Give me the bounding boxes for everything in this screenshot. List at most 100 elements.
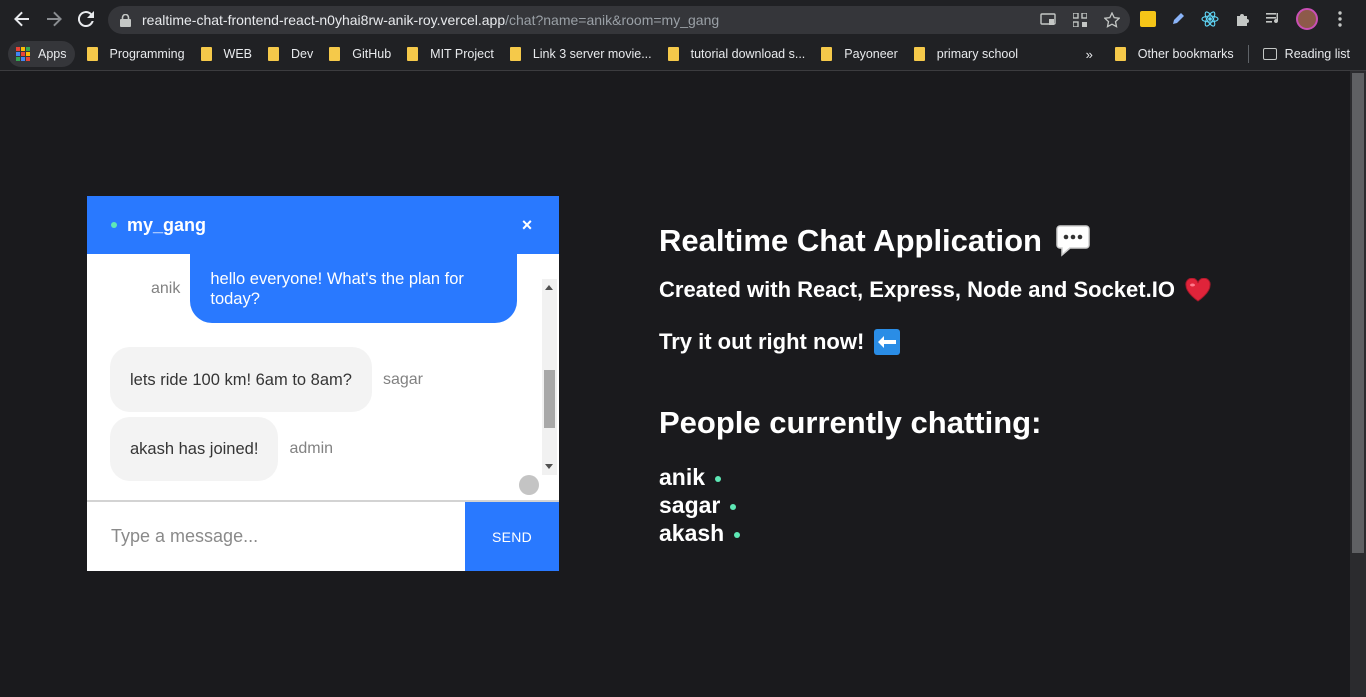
left-arrow-icon: [874, 329, 901, 355]
message-text: today?: [210, 289, 260, 308]
message-bubble: hello everyone! What's the plan for toda…: [190, 254, 518, 323]
bookmark-folder[interactable]: MIT Project: [399, 41, 502, 67]
bookmark-label: tutorial download s...: [690, 47, 806, 61]
bookmarks-bar: Apps Programming WEB Dev GitHub MIT Proj…: [0, 38, 1366, 71]
divider: [1247, 45, 1249, 63]
title-text: Realtime Chat Application: [659, 223, 1042, 258]
list-item: anik: [659, 463, 740, 491]
url-host: realtime-chat-frontend-react-n0yhai8rw-a…: [142, 12, 506, 28]
scroll-down-arrow-icon[interactable]: [545, 464, 553, 469]
bookmark-folder[interactable]: Programming: [79, 41, 193, 67]
subtitle-text: Created with React, Express, Node and So…: [659, 277, 1175, 302]
online-dot-icon: [730, 503, 737, 510]
arrow-left-icon: [14, 11, 29, 27]
online-dot-icon: [734, 531, 741, 538]
person-name: akash: [659, 519, 725, 546]
kebab-menu-icon[interactable]: [1330, 9, 1350, 29]
address-bar[interactable]: realtime-chat-frontend-react-n0yhai8rw-a…: [108, 6, 1130, 34]
cast-icon[interactable]: [1038, 10, 1058, 30]
bookmark-other[interactable]: Other bookmarks: [1107, 41, 1242, 67]
scroll-to-bottom-button[interactable]: [519, 475, 539, 495]
more-bookmarks-chevron-icon[interactable]: »: [1086, 47, 1093, 62]
people-title: People currently chatting:: [659, 405, 1042, 440]
bookmark-folder[interactable]: Payoneer: [813, 41, 906, 67]
message-bubble: akash has joined!: [110, 417, 279, 481]
message-row: akash has joined! admin: [110, 417, 333, 481]
call-to-action: Try it out right now!: [659, 327, 1211, 357]
reading-list-label: Reading list: [1284, 47, 1350, 61]
bookmark-label: Payoneer: [844, 47, 898, 61]
folder-icon: [667, 47, 679, 61]
bookmark-folder[interactable]: GitHub: [321, 41, 399, 67]
online-dot-icon: [111, 222, 117, 228]
reading-list-button[interactable]: Reading list: [1255, 41, 1358, 67]
media-control-icon[interactable]: [1264, 9, 1284, 29]
speech-bubble-icon: [1056, 225, 1090, 257]
forward-button[interactable]: [38, 3, 70, 35]
message-text: hello everyone! What's the plan for: [210, 269, 464, 288]
bookmark-folder[interactable]: WEB: [193, 41, 260, 67]
react-devtools-icon[interactable]: [1200, 9, 1220, 29]
reading-list-icon: [1262, 48, 1277, 60]
bookmark-label: Link 3 server movie...: [532, 47, 652, 61]
arrow-right-icon: [47, 11, 62, 27]
list-item: akash: [659, 519, 741, 547]
page-content: my_gang × anik hello everyone! What's th…: [0, 71, 1350, 697]
bookmark-label: primary school: [936, 47, 1019, 61]
message-text: lets ride 100 km! 6am to 8am?: [130, 370, 352, 389]
chat-header: my_gang ×: [87, 196, 559, 254]
bookmark-apps-label: Apps: [38, 47, 67, 61]
person-name: anik: [659, 463, 706, 490]
folder-icon: [407, 47, 419, 61]
page-title: Realtime Chat Application: [659, 221, 1211, 261]
puzzle-icon[interactable]: [1232, 9, 1252, 29]
close-button[interactable]: ×: [517, 215, 537, 235]
avatar[interactable]: [1296, 8, 1318, 30]
chat-window: my_gang × anik hello everyone! What's th…: [87, 196, 559, 571]
folder-icon: [268, 47, 280, 61]
message-input[interactable]: [111, 526, 451, 547]
star-icon[interactable]: [1102, 10, 1122, 30]
bookmark-folder[interactable]: primary school: [906, 41, 1026, 67]
folder-icon: [86, 47, 98, 61]
message-input-area: [87, 502, 465, 571]
cta-text: Try it out right now!: [659, 329, 865, 354]
page-scrollbar[interactable]: [1350, 71, 1366, 697]
message-list[interactable]: anik hello everyone! What's the plan for…: [87, 254, 559, 500]
message-sender: sagar: [382, 370, 423, 388]
message-row: anik hello everyone! What's the plan for…: [151, 254, 518, 323]
bookmark-apps[interactable]: Apps: [8, 41, 75, 67]
bookmark-other-label: Other bookmarks: [1137, 47, 1234, 61]
page-scrollbar-thumb[interactable]: [1352, 73, 1364, 553]
bookmark-folder[interactable]: Dev: [260, 41, 321, 67]
list-item: sagar: [659, 491, 740, 519]
bookmark-folder[interactable]: tutorial download s...: [660, 41, 814, 67]
bookmark-label: Dev: [291, 47, 314, 61]
extension-pen-icon[interactable]: [1168, 9, 1188, 29]
person-name: sagar: [659, 491, 721, 518]
message-sender: admin: [289, 440, 334, 457]
message-bubble: lets ride 100 km! 6am to 8am?: [110, 347, 372, 412]
send-button[interactable]: SEND: [465, 502, 559, 571]
bookmark-label: Programming: [109, 47, 185, 61]
scroll-up-arrow-icon[interactable]: [545, 285, 553, 290]
reload-button[interactable]: [70, 3, 102, 35]
bookmark-label: GitHub: [352, 47, 392, 61]
message-scrollbar[interactable]: [542, 279, 557, 475]
people-list: anik sagar akash: [659, 463, 741, 547]
extension-yellow-icon[interactable]: [1140, 11, 1156, 27]
subtitle: Created with React, Express, Node and So…: [659, 275, 1211, 305]
qr-icon[interactable]: [1070, 10, 1090, 30]
scrollbar-thumb[interactable]: [544, 370, 555, 428]
folder-icon: [200, 47, 212, 61]
bookmark-label: MIT Project: [430, 47, 494, 61]
folder-icon: [1114, 47, 1126, 61]
message-row: lets ride 100 km! 6am to 8am? sagar: [110, 347, 423, 412]
online-dot-icon: [715, 475, 722, 482]
browser-toolbar: realtime-chat-frontend-react-n0yhai8rw-a…: [0, 0, 1366, 38]
room-name: my_gang: [127, 214, 207, 235]
folder-icon: [821, 47, 833, 61]
info-panel: Realtime Chat Application Created with R…: [659, 221, 1211, 357]
back-button[interactable]: [6, 3, 38, 35]
bookmark-folder[interactable]: Link 3 server movie...: [502, 41, 660, 67]
